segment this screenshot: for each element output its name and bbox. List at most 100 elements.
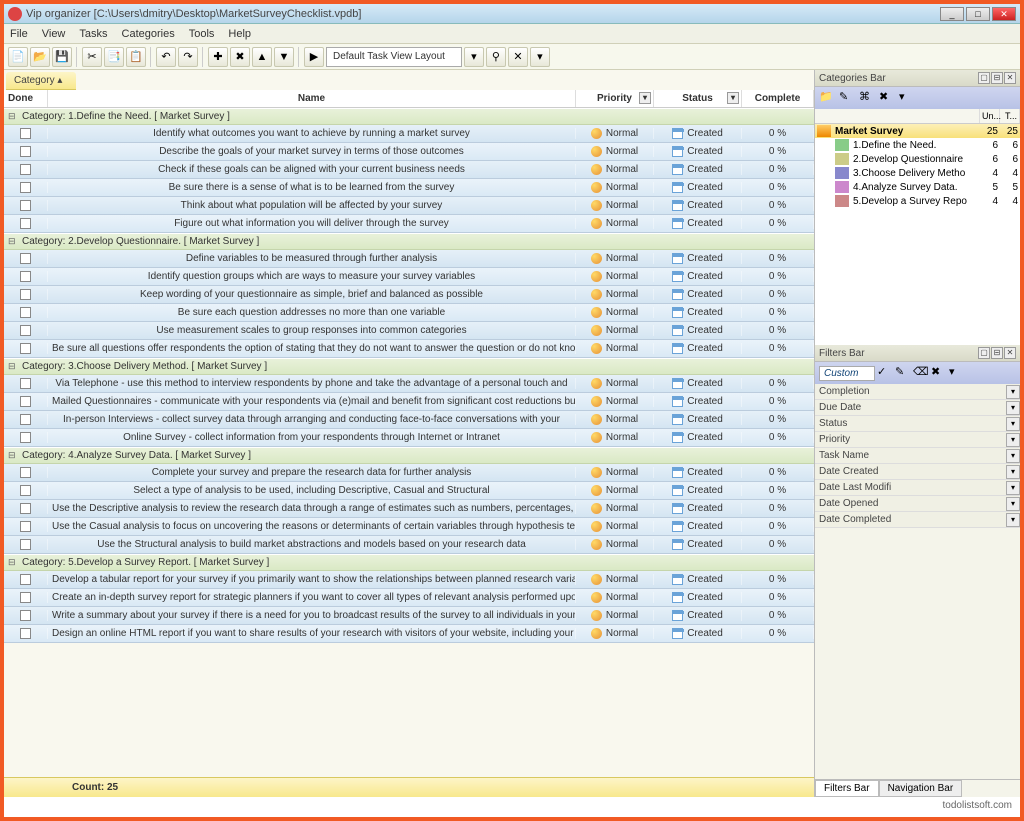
category-header[interactable]: Category: 3.Choose Delivery Method. [ Ma… bbox=[4, 358, 814, 375]
cat-add-icon[interactable]: 📁 bbox=[819, 90, 835, 106]
category-tree-item[interactable]: 2.Develop Questionnaire66 bbox=[815, 152, 1020, 166]
category-tree-item[interactable]: 1.Define the Need.66 bbox=[815, 138, 1020, 152]
task-row[interactable]: Describe the goals of your market survey… bbox=[4, 143, 814, 161]
done-checkbox[interactable] bbox=[20, 146, 31, 157]
tb-more[interactable]: ▾ bbox=[530, 47, 550, 67]
task-row[interactable]: Mailed Questionnaires - communicate with… bbox=[4, 393, 814, 411]
task-row[interactable]: Create an in-depth survey report for str… bbox=[4, 589, 814, 607]
fbar-pin-icon[interactable]: ⊟ bbox=[991, 347, 1003, 359]
filter-row[interactable]: Date Created▾ bbox=[815, 464, 1020, 480]
filter-dropdown-icon[interactable]: ▾ bbox=[1006, 417, 1020, 431]
col-status[interactable]: Status▾ bbox=[654, 90, 742, 107]
menu-help[interactable]: Help bbox=[228, 28, 251, 40]
task-row[interactable]: Use the Structural analysis to build mar… bbox=[4, 536, 814, 554]
catbar-close-icon[interactable]: ✕ bbox=[1004, 72, 1016, 84]
filter-dropdown-icon[interactable]: ▾ bbox=[1006, 513, 1020, 527]
filter-clear-icon[interactable]: ⌫ bbox=[913, 365, 929, 381]
menu-tasks[interactable]: Tasks bbox=[79, 28, 107, 40]
tb-layoutdd[interactable]: ▾ bbox=[464, 47, 484, 67]
menu-tools[interactable]: Tools bbox=[189, 28, 215, 40]
category-tree-item[interactable]: 3.Choose Delivery Metho44 bbox=[815, 166, 1020, 180]
tb-undo[interactable]: ↶ bbox=[156, 47, 176, 67]
filter-custom[interactable]: Custom bbox=[819, 366, 875, 381]
filter-row[interactable]: Date Opened▾ bbox=[815, 496, 1020, 512]
category-tab[interactable]: Category ▴ bbox=[6, 72, 76, 90]
maximize-button[interactable]: □ bbox=[966, 7, 990, 21]
filter-del-icon[interactable]: ✖ bbox=[931, 365, 947, 381]
tb-x[interactable]: ✕ bbox=[508, 47, 528, 67]
col-complete[interactable]: Complete bbox=[742, 90, 814, 107]
close-button[interactable]: ✕ bbox=[992, 7, 1016, 21]
priority-filter-icon[interactable]: ▾ bbox=[639, 92, 651, 104]
filter-apply-icon[interactable]: ✓ bbox=[877, 365, 893, 381]
task-row[interactable]: Define variables to be measured through … bbox=[4, 250, 814, 268]
category-header[interactable]: Category: 4.Analyze Survey Data. [ Marke… bbox=[4, 447, 814, 464]
tb-run[interactable]: ▶ bbox=[304, 47, 324, 67]
tb-pin[interactable]: ⚲ bbox=[486, 47, 506, 67]
done-checkbox[interactable] bbox=[20, 467, 31, 478]
category-tree-item[interactable]: 5.Develop a Survey Repo44 bbox=[815, 194, 1020, 208]
task-row[interactable]: Identify what outcomes you want to achie… bbox=[4, 125, 814, 143]
task-row[interactable]: Be sure there is a sense of what is to b… bbox=[4, 179, 814, 197]
tb-save[interactable]: 💾 bbox=[52, 47, 72, 67]
status-filter-icon[interactable]: ▾ bbox=[727, 92, 739, 104]
done-checkbox[interactable] bbox=[20, 378, 31, 389]
filter-row[interactable]: Task Name▾ bbox=[815, 448, 1020, 464]
filter-dropdown-icon[interactable]: ▾ bbox=[1006, 433, 1020, 447]
tb-copy[interactable]: 📑 bbox=[104, 47, 124, 67]
layout-select[interactable]: Default Task View Layout bbox=[326, 47, 462, 67]
cat-dd-icon[interactable]: ▾ bbox=[899, 90, 915, 106]
task-row[interactable]: Use the Descriptive analysis to review t… bbox=[4, 500, 814, 518]
catbar-pin-icon[interactable]: ⊟ bbox=[991, 72, 1003, 84]
minimize-button[interactable]: _ bbox=[940, 7, 964, 21]
tb-add[interactable]: ✚ bbox=[208, 47, 228, 67]
done-checkbox[interactable] bbox=[20, 414, 31, 425]
fbar-close-icon[interactable]: ✕ bbox=[1004, 347, 1016, 359]
tab-filters-bar[interactable]: Filters Bar bbox=[815, 780, 879, 797]
done-checkbox[interactable] bbox=[20, 396, 31, 407]
done-checkbox[interactable] bbox=[20, 503, 31, 514]
done-checkbox[interactable] bbox=[20, 325, 31, 336]
done-checkbox[interactable] bbox=[20, 307, 31, 318]
filter-dropdown-icon[interactable]: ▾ bbox=[1006, 465, 1020, 479]
done-checkbox[interactable] bbox=[20, 610, 31, 621]
tab-navigation-bar[interactable]: Navigation Bar bbox=[879, 780, 963, 797]
task-row[interactable]: Keep wording of your questionnaire as si… bbox=[4, 286, 814, 304]
category-header[interactable]: Category: 1.Define the Need. [ Market Su… bbox=[4, 108, 814, 125]
done-checkbox[interactable] bbox=[20, 432, 31, 443]
tb-down[interactable]: ▼ bbox=[274, 47, 294, 67]
task-row[interactable]: Figure out what information you will del… bbox=[4, 215, 814, 233]
task-row[interactable]: Online Survey - collect information from… bbox=[4, 429, 814, 447]
task-row[interactable]: Complete your survey and prepare the res… bbox=[4, 464, 814, 482]
filter-row[interactable]: Date Last Modifi▾ bbox=[815, 480, 1020, 496]
filter-row[interactable]: Priority▾ bbox=[815, 432, 1020, 448]
task-row[interactable]: Write a summary about your survey if the… bbox=[4, 607, 814, 625]
filter-dropdown-icon[interactable]: ▾ bbox=[1006, 449, 1020, 463]
menu-view[interactable]: View bbox=[42, 28, 66, 40]
done-checkbox[interactable] bbox=[20, 343, 31, 354]
task-list[interactable]: Category: 1.Define the Need. [ Market Su… bbox=[4, 108, 814, 777]
task-row[interactable]: Be sure each question addresses no more … bbox=[4, 304, 814, 322]
filter-row[interactable]: Due Date▾ bbox=[815, 400, 1020, 416]
category-header[interactable]: Category: 5.Develop a Survey Report. [ M… bbox=[4, 554, 814, 571]
done-checkbox[interactable] bbox=[20, 271, 31, 282]
done-checkbox[interactable] bbox=[20, 521, 31, 532]
task-row[interactable]: In-person Interviews - collect survey da… bbox=[4, 411, 814, 429]
done-checkbox[interactable] bbox=[20, 289, 31, 300]
tb-redo[interactable]: ↷ bbox=[178, 47, 198, 67]
filter-row[interactable]: Status▾ bbox=[815, 416, 1020, 432]
tb-up[interactable]: ▲ bbox=[252, 47, 272, 67]
tb-open[interactable]: 📂 bbox=[30, 47, 50, 67]
task-row[interactable]: Develop a tabular report for your survey… bbox=[4, 571, 814, 589]
task-row[interactable]: Think about what population will be affe… bbox=[4, 197, 814, 215]
filter-row[interactable]: Completion▾ bbox=[815, 384, 1020, 400]
done-checkbox[interactable] bbox=[20, 628, 31, 639]
categories-tree[interactable]: Un...T... Market Survey25251.Define the … bbox=[815, 109, 1020, 345]
done-checkbox[interactable] bbox=[20, 485, 31, 496]
cat-del-icon[interactable]: ✖ bbox=[879, 90, 895, 106]
task-row[interactable]: Identify question groups which are ways … bbox=[4, 268, 814, 286]
col-done[interactable]: Done bbox=[4, 90, 48, 107]
filter-row[interactable]: Date Completed▾ bbox=[815, 512, 1020, 528]
cat-edit-icon[interactable]: ✎ bbox=[839, 90, 855, 106]
filter-edit-icon[interactable]: ✎ bbox=[895, 365, 911, 381]
